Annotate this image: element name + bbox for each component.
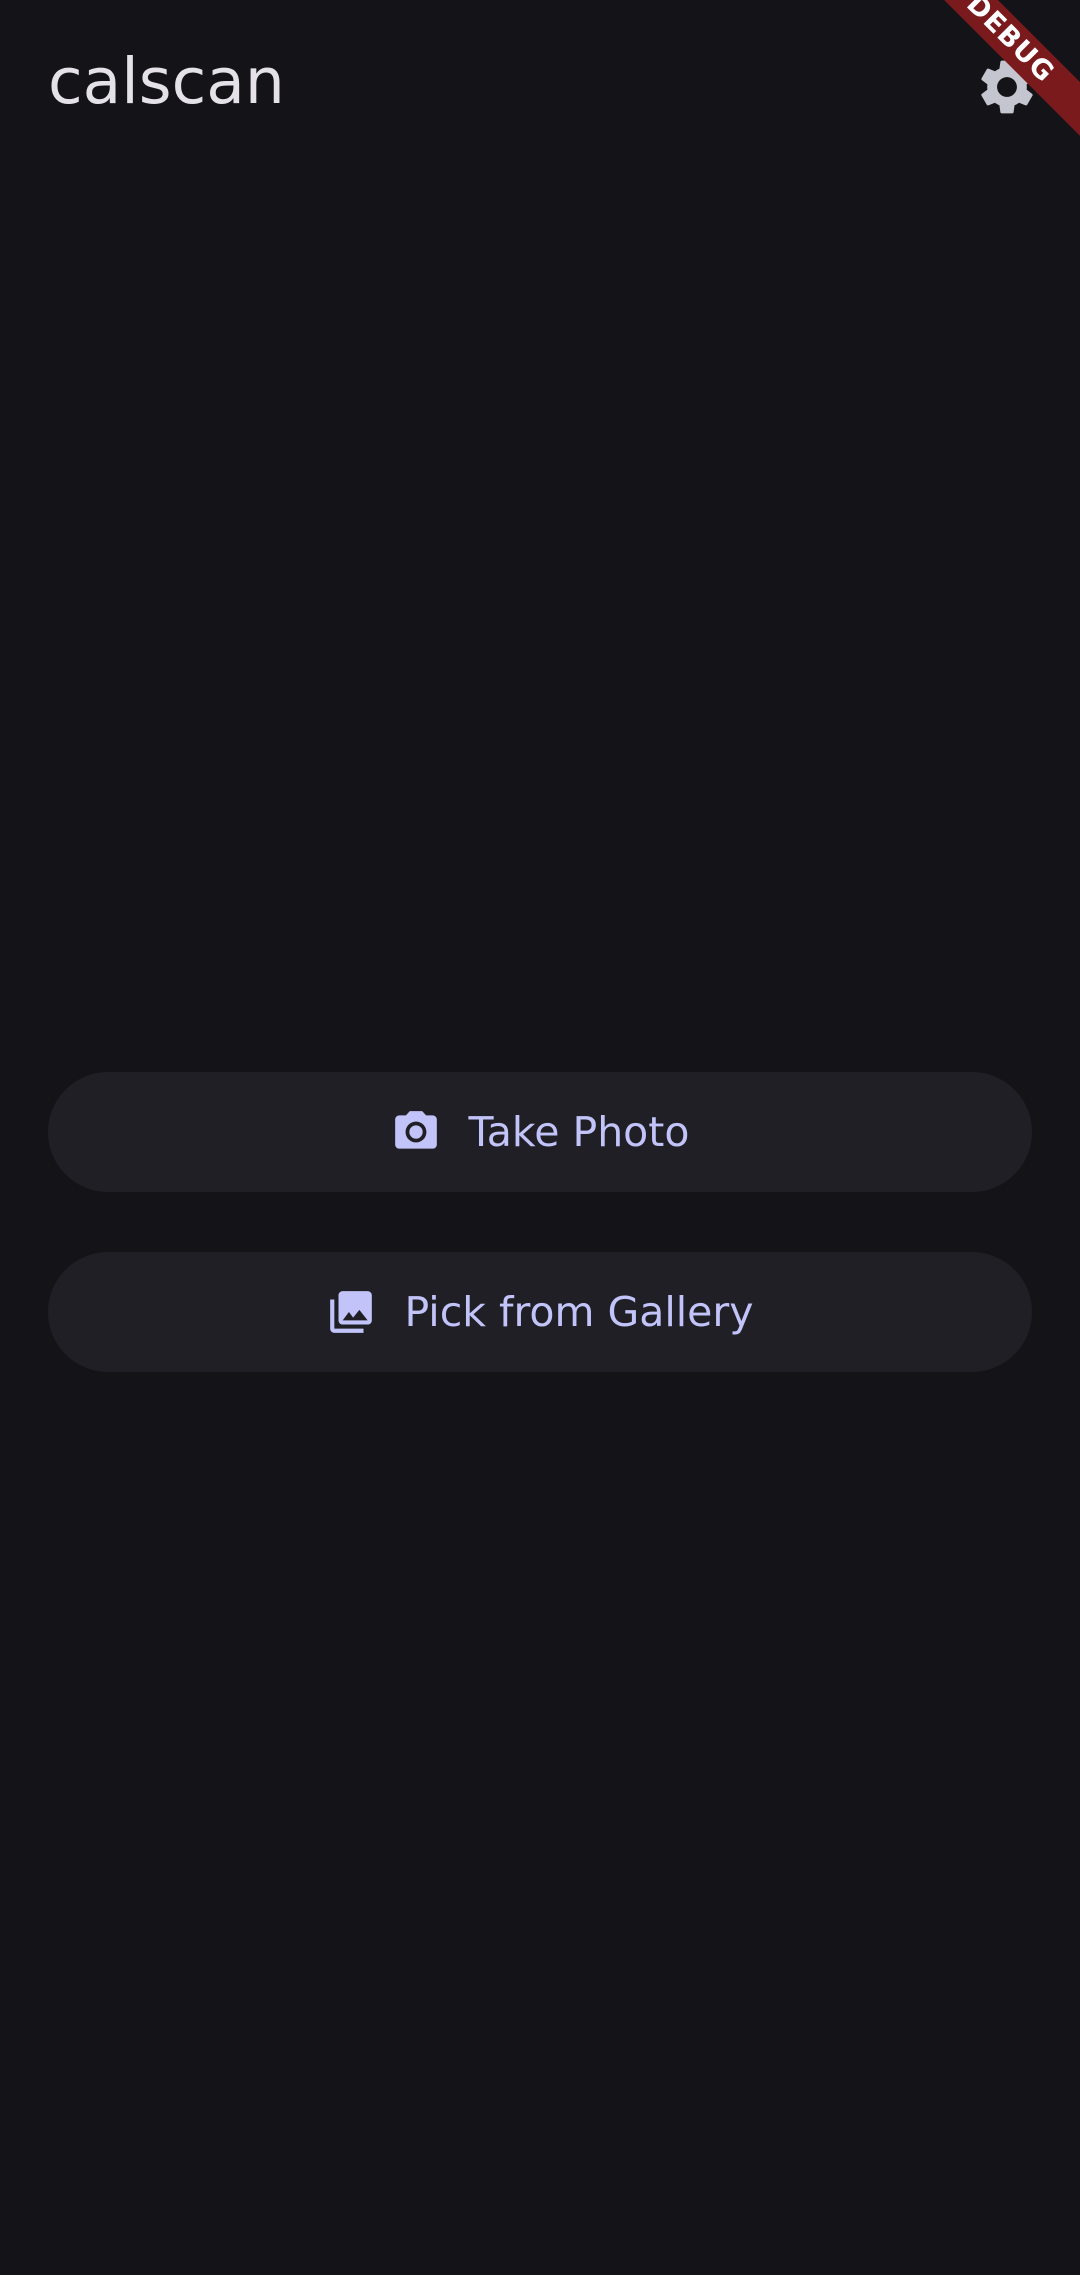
app-bar: calscan (0, 0, 1080, 168)
pick-from-gallery-button[interactable]: Pick from Gallery (48, 1252, 1032, 1372)
photo-library-icon (326, 1287, 376, 1337)
camera-icon (391, 1107, 441, 1157)
take-photo-label: Take Photo (468, 1108, 690, 1156)
pick-from-gallery-label: Pick from Gallery (404, 1288, 754, 1336)
app-title: calscan (48, 45, 285, 118)
debug-banner: DEBUG (940, 0, 1080, 140)
take-photo-button[interactable]: Take Photo (48, 1072, 1032, 1192)
debug-banner-label: DEBUG (940, 0, 1080, 140)
